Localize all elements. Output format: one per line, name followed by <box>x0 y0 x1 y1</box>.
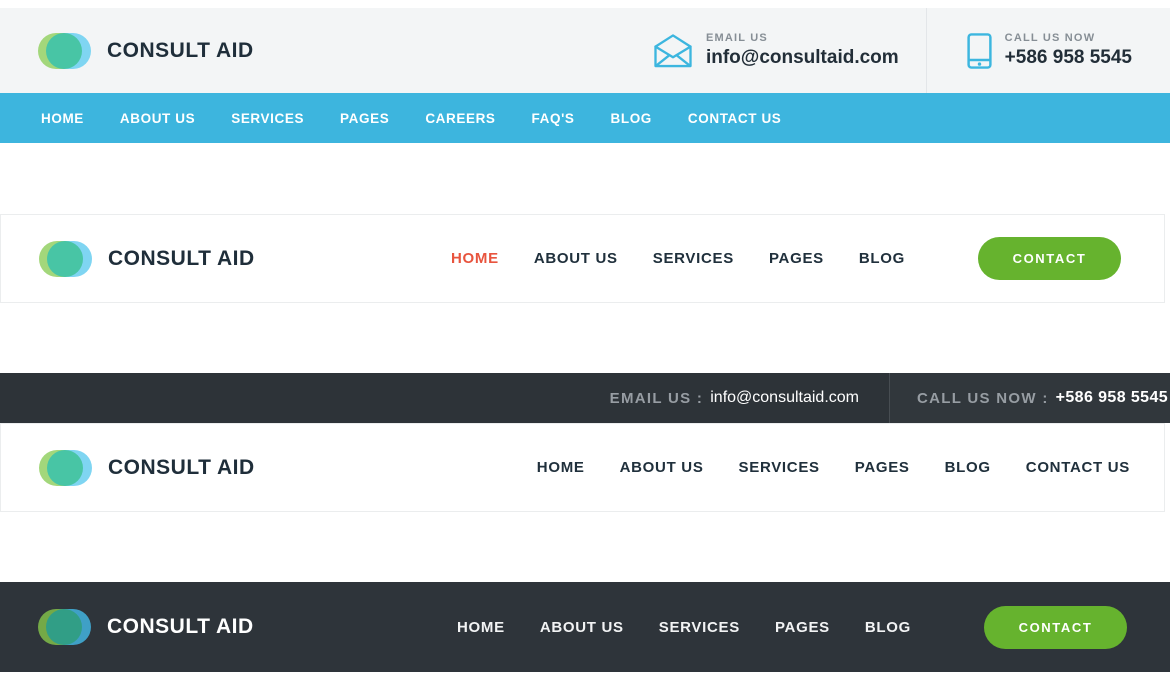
brand-logo[interactable]: CONSULT AID <box>1 450 255 486</box>
section-gap <box>0 143 1170 214</box>
nav-blog[interactable]: BLOG <box>865 619 911 636</box>
nav-faqs[interactable]: FAQ'S <box>532 111 575 126</box>
nav-home[interactable]: HOME <box>457 619 505 636</box>
nav-pages[interactable]: PAGES <box>769 250 824 267</box>
call-us-block[interactable]: CALL US NOW +586 958 5545 <box>927 8 1170 93</box>
header1-topbar: CONSULT AID EMAIL US info@consultaid.com <box>0 8 1170 93</box>
nav-about-us[interactable]: ABOUT US <box>120 111 195 126</box>
nav-blog[interactable]: BLOG <box>859 250 905 267</box>
email-value[interactable]: info@consultaid.com <box>706 47 899 69</box>
nav-home[interactable]: HOME <box>537 459 585 476</box>
header2: CONSULT AID HOME ABOUT US SERVICES PAGES… <box>0 214 1165 303</box>
email-label: EMAIL US <box>706 32 899 44</box>
email-value[interactable]: info@consultaid.com <box>710 389 859 407</box>
brand-name: CONSULT AID <box>107 615 254 639</box>
bottom-margin <box>0 672 1170 676</box>
header1-contact-group: EMAIL US info@consultaid.com CALL US NOW… <box>653 8 1170 93</box>
header4-main-nav: HOME ABOUT US SERVICES PAGES BLOG CONTAC… <box>457 606 1170 649</box>
call-label: CALL US NOW : <box>917 390 1049 407</box>
brand-name: CONSULT AID <box>108 456 255 480</box>
nav-home[interactable]: HOME <box>41 111 84 126</box>
nav-about-us[interactable]: ABOUT US <box>540 619 624 636</box>
section-gap <box>0 303 1170 373</box>
nav-contact-us[interactable]: CONTACT US <box>1026 459 1130 476</box>
brand-name: CONSULT AID <box>108 247 255 271</box>
nav-careers[interactable]: CAREERS <box>425 111 495 126</box>
call-value[interactable]: +586 958 5545 <box>1056 389 1168 407</box>
nav-services[interactable]: SERVICES <box>739 459 820 476</box>
section-gap <box>0 512 1170 582</box>
nav-home-active[interactable]: HOME <box>451 250 499 267</box>
brand-logo[interactable]: CONSULT AID <box>38 33 254 69</box>
header3-main-nav: HOME ABOUT US SERVICES PAGES BLOG CONTAC… <box>537 459 1164 476</box>
contact-button[interactable]: CONTACT <box>978 237 1121 280</box>
brand-logo[interactable]: CONSULT AID <box>1 241 255 277</box>
top-margin <box>0 0 1170 8</box>
nav-blog[interactable]: BLOG <box>611 111 652 126</box>
nav-services[interactable]: SERVICES <box>659 619 740 636</box>
nav-contact-us[interactable]: CONTACT US <box>688 111 782 126</box>
phone-icon <box>967 33 992 69</box>
email-us-block[interactable]: EMAIL US : info@consultaid.com <box>610 373 889 423</box>
brand-logo-icon <box>38 33 91 69</box>
call-us-block[interactable]: CALL US NOW : +586 958 5545 <box>889 373 1170 423</box>
nav-about-us[interactable]: ABOUT US <box>620 459 704 476</box>
brand-logo[interactable]: CONSULT AID <box>0 609 254 645</box>
nav-pages[interactable]: PAGES <box>855 459 910 476</box>
nav-services[interactable]: SERVICES <box>653 250 734 267</box>
header3-topbar: EMAIL US : info@consultaid.com CALL US N… <box>0 373 1170 423</box>
nav-about-us[interactable]: ABOUT US <box>534 250 618 267</box>
mail-icon <box>653 33 693 68</box>
header4: CONSULT AID HOME ABOUT US SERVICES PAGES… <box>0 582 1170 672</box>
brand-name: CONSULT AID <box>107 39 254 63</box>
header2-main-nav: HOME ABOUT US SERVICES PAGES BLOG CONTAC… <box>451 237 1164 280</box>
brand-logo-icon <box>38 609 91 645</box>
nav-pages[interactable]: PAGES <box>340 111 389 126</box>
contact-button[interactable]: CONTACT <box>984 606 1127 649</box>
header3-main: CONSULT AID HOME ABOUT US SERVICES PAGES… <box>0 423 1165 512</box>
brand-logo-icon <box>39 450 92 486</box>
header1-main-nav: HOME ABOUT US SERVICES PAGES CAREERS FAQ… <box>0 93 1170 143</box>
call-label: CALL US NOW <box>1005 32 1132 44</box>
nav-services[interactable]: SERVICES <box>231 111 304 126</box>
nav-pages[interactable]: PAGES <box>775 619 830 636</box>
email-us-block[interactable]: EMAIL US info@consultaid.com <box>653 8 926 93</box>
call-value[interactable]: +586 958 5545 <box>1005 47 1132 69</box>
email-label: EMAIL US : <box>610 390 704 407</box>
brand-logo-icon <box>39 241 92 277</box>
nav-blog[interactable]: BLOG <box>945 459 991 476</box>
